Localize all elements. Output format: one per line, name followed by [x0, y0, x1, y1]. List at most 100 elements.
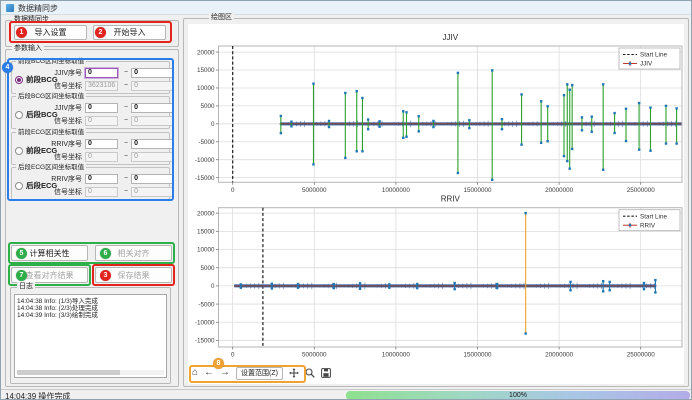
view-align-result-button[interactable]: 查看对齐结果: [11, 267, 88, 283]
param-group-title: 后段BCG区间坐标取值: [16, 92, 86, 101]
svg-text:5000000: 5000000: [302, 187, 327, 194]
radio-icon: [15, 182, 23, 190]
plot-border: [219, 46, 683, 182]
svg-text:-5000: -5000: [198, 139, 215, 146]
log-scrollbar-thumb[interactable]: [17, 370, 120, 375]
svg-text:5000000: 5000000: [302, 352, 327, 359]
svg-text:20000000: 20000000: [545, 187, 574, 194]
svg-text:10000000: 10000000: [382, 187, 411, 194]
svg-text:10000000: 10000000: [382, 352, 411, 359]
jjiv-chart[interactable]: 0 5000000 10000000 15000000 20000000 25000000…: [195, 33, 682, 194]
back-icon[interactable]: ←: [204, 368, 214, 378]
signal-coord-end-input: [131, 187, 174, 197]
svg-text:15000000: 15000000: [463, 352, 492, 359]
zoom-icon[interactable]: [305, 368, 315, 378]
app-icon: [6, 4, 14, 12]
set-range-button[interactable]: 设置范围(Z): [236, 367, 283, 380]
field-label: 信号坐标: [42, 152, 82, 162]
jjiv-index-start-input[interactable]: [85, 103, 118, 113]
svg-text:5000: 5000: [200, 265, 215, 272]
svg-text:25000000: 25000000: [627, 187, 656, 194]
signal-coord-end-input: [131, 81, 174, 91]
chart-legend: Start LineJJIV: [619, 48, 680, 69]
rriv-index-start-input[interactable]: [85, 139, 118, 149]
svg-text:15000000: 15000000: [463, 187, 492, 194]
save-result-button[interactable]: 保存结果: [95, 267, 172, 283]
grid: [219, 46, 683, 182]
signal-coord-start-input: [85, 81, 118, 91]
plot-canvas[interactable]: 0 5000000 10000000 15000000 20000000 25000000…: [188, 24, 684, 384]
jjiv-index-end-input[interactable]: [131, 68, 174, 78]
params-group-title: 参数输入: [12, 44, 44, 53]
svg-text:Start Line: Start Line: [640, 213, 667, 220]
errorbar-series-RRIV-outlier: [524, 212, 526, 335]
svg-text:0: 0: [211, 283, 215, 290]
param-group-ecg-rear: 后段ECG区间坐标取值 后段ECG RRIV序号 ~ 信号坐标 ~: [11, 167, 170, 200]
pan-icon[interactable]: [289, 368, 299, 378]
window-title: 数据精同步: [18, 3, 58, 14]
jjiv-index-end-input[interactable]: [131, 103, 174, 113]
log-line: 14:04:38 Info: (1/3)导入完成: [15, 298, 166, 305]
svg-text:0: 0: [231, 352, 235, 359]
svg-text:10000: 10000: [197, 85, 215, 92]
save-icon[interactable]: [321, 368, 331, 378]
svg-text:Start Line: Start Line: [640, 52, 667, 59]
param-group-ecg-front: 前段ECG区间坐标取值 前段ECG RRIV序号 ~ 信号坐标 ~: [11, 132, 170, 165]
signal-coord-end-input: [131, 152, 174, 162]
grid: [219, 208, 683, 347]
charts-svg[interactable]: 0 5000000 10000000 15000000 20000000 25000000…: [188, 24, 684, 362]
signal-coord-start-input: [85, 116, 118, 126]
sync-group-title: 数据精同步: [12, 15, 51, 24]
signal-coord-start-input: [85, 152, 118, 162]
log-line: 14:04:38 Info: (2/3)处理完成: [15, 305, 166, 312]
svg-text:-15000: -15000: [195, 338, 215, 345]
log-group-title: 日志: [17, 282, 35, 291]
data-band: [280, 121, 681, 128]
progress-value: 100%: [509, 392, 527, 399]
radio-selected-icon: [15, 76, 23, 84]
home-icon[interactable]: ⌂: [192, 368, 198, 378]
calc-correlation-button[interactable]: 计算相关性: [11, 245, 88, 261]
param-group-bcg-rear: 后段BCG区间坐标取值 后段BCG JJIV序号 ~ 信号坐标 ~: [11, 96, 170, 129]
correlation-align-button[interactable]: 相关对齐: [95, 245, 172, 261]
range-tilde: ~: [124, 69, 128, 76]
rriv-index-start-input[interactable]: [85, 174, 118, 184]
rriv-index-end-input[interactable]: [131, 139, 174, 149]
import-settings-button[interactable]: 导入设置: [14, 25, 87, 40]
range-tilde: ~: [124, 175, 128, 182]
forward-icon[interactable]: →: [220, 368, 230, 378]
svg-text:RRIV: RRIV: [640, 222, 656, 229]
signal-coord-end-input: [131, 116, 174, 126]
range-tilde: ~: [124, 153, 128, 160]
svg-text:-5000: -5000: [198, 301, 215, 308]
param-group-title: 前段BCG区间坐标取值: [16, 57, 86, 66]
start-import-button[interactable]: 开始导入: [93, 25, 166, 40]
rriv-index-end-input[interactable]: [131, 174, 174, 184]
plot-area-group-title: 绘图区: [209, 13, 234, 22]
range-tilde: ~: [124, 117, 128, 124]
svg-text:25000000: 25000000: [627, 352, 656, 359]
field-label: JJIV序号: [42, 68, 82, 78]
svg-text:0: 0: [231, 187, 235, 194]
signal-coord-start-input: [85, 187, 118, 197]
chart-title: RRIV: [441, 195, 461, 204]
svg-text:-10000: -10000: [195, 319, 215, 326]
app-window: 数据精同步 数据精同步 导入设置 开始导入 1 2 参数输入 前段BCG区间坐标…: [0, 0, 692, 400]
status-message: 14:04:39 操作完成: [5, 391, 70, 400]
log-listbox[interactable]: 14:04:38 Info: (1/3)导入完成14:04:38 Info: (…: [14, 294, 167, 378]
svg-text:15000: 15000: [197, 229, 215, 236]
param-group-title: 前段ECG区间坐标取值: [16, 128, 86, 137]
jjiv-index-start-input[interactable]: [85, 68, 118, 78]
field-label: 信号坐标: [42, 81, 82, 91]
range-tilde: ~: [124, 188, 128, 195]
rriv-chart[interactable]: 0500000010000000150000002000000025000000…: [195, 195, 682, 359]
field-label: JJIV序号: [42, 103, 82, 113]
svg-text:20000: 20000: [197, 210, 215, 217]
radio-icon: [15, 111, 23, 119]
log-horizontal-scrollbar[interactable]: [17, 370, 164, 375]
chart-title: JJIV: [442, 33, 458, 42]
title-bar[interactable]: 数据精同步: [1, 1, 692, 15]
log-line: 14:04:39 Info: (3/3)绘制完成: [15, 312, 166, 319]
tick-labels: 0 5000000 10000000 15000000 20000000 25000000…: [195, 49, 655, 194]
radio-icon: [15, 147, 23, 155]
